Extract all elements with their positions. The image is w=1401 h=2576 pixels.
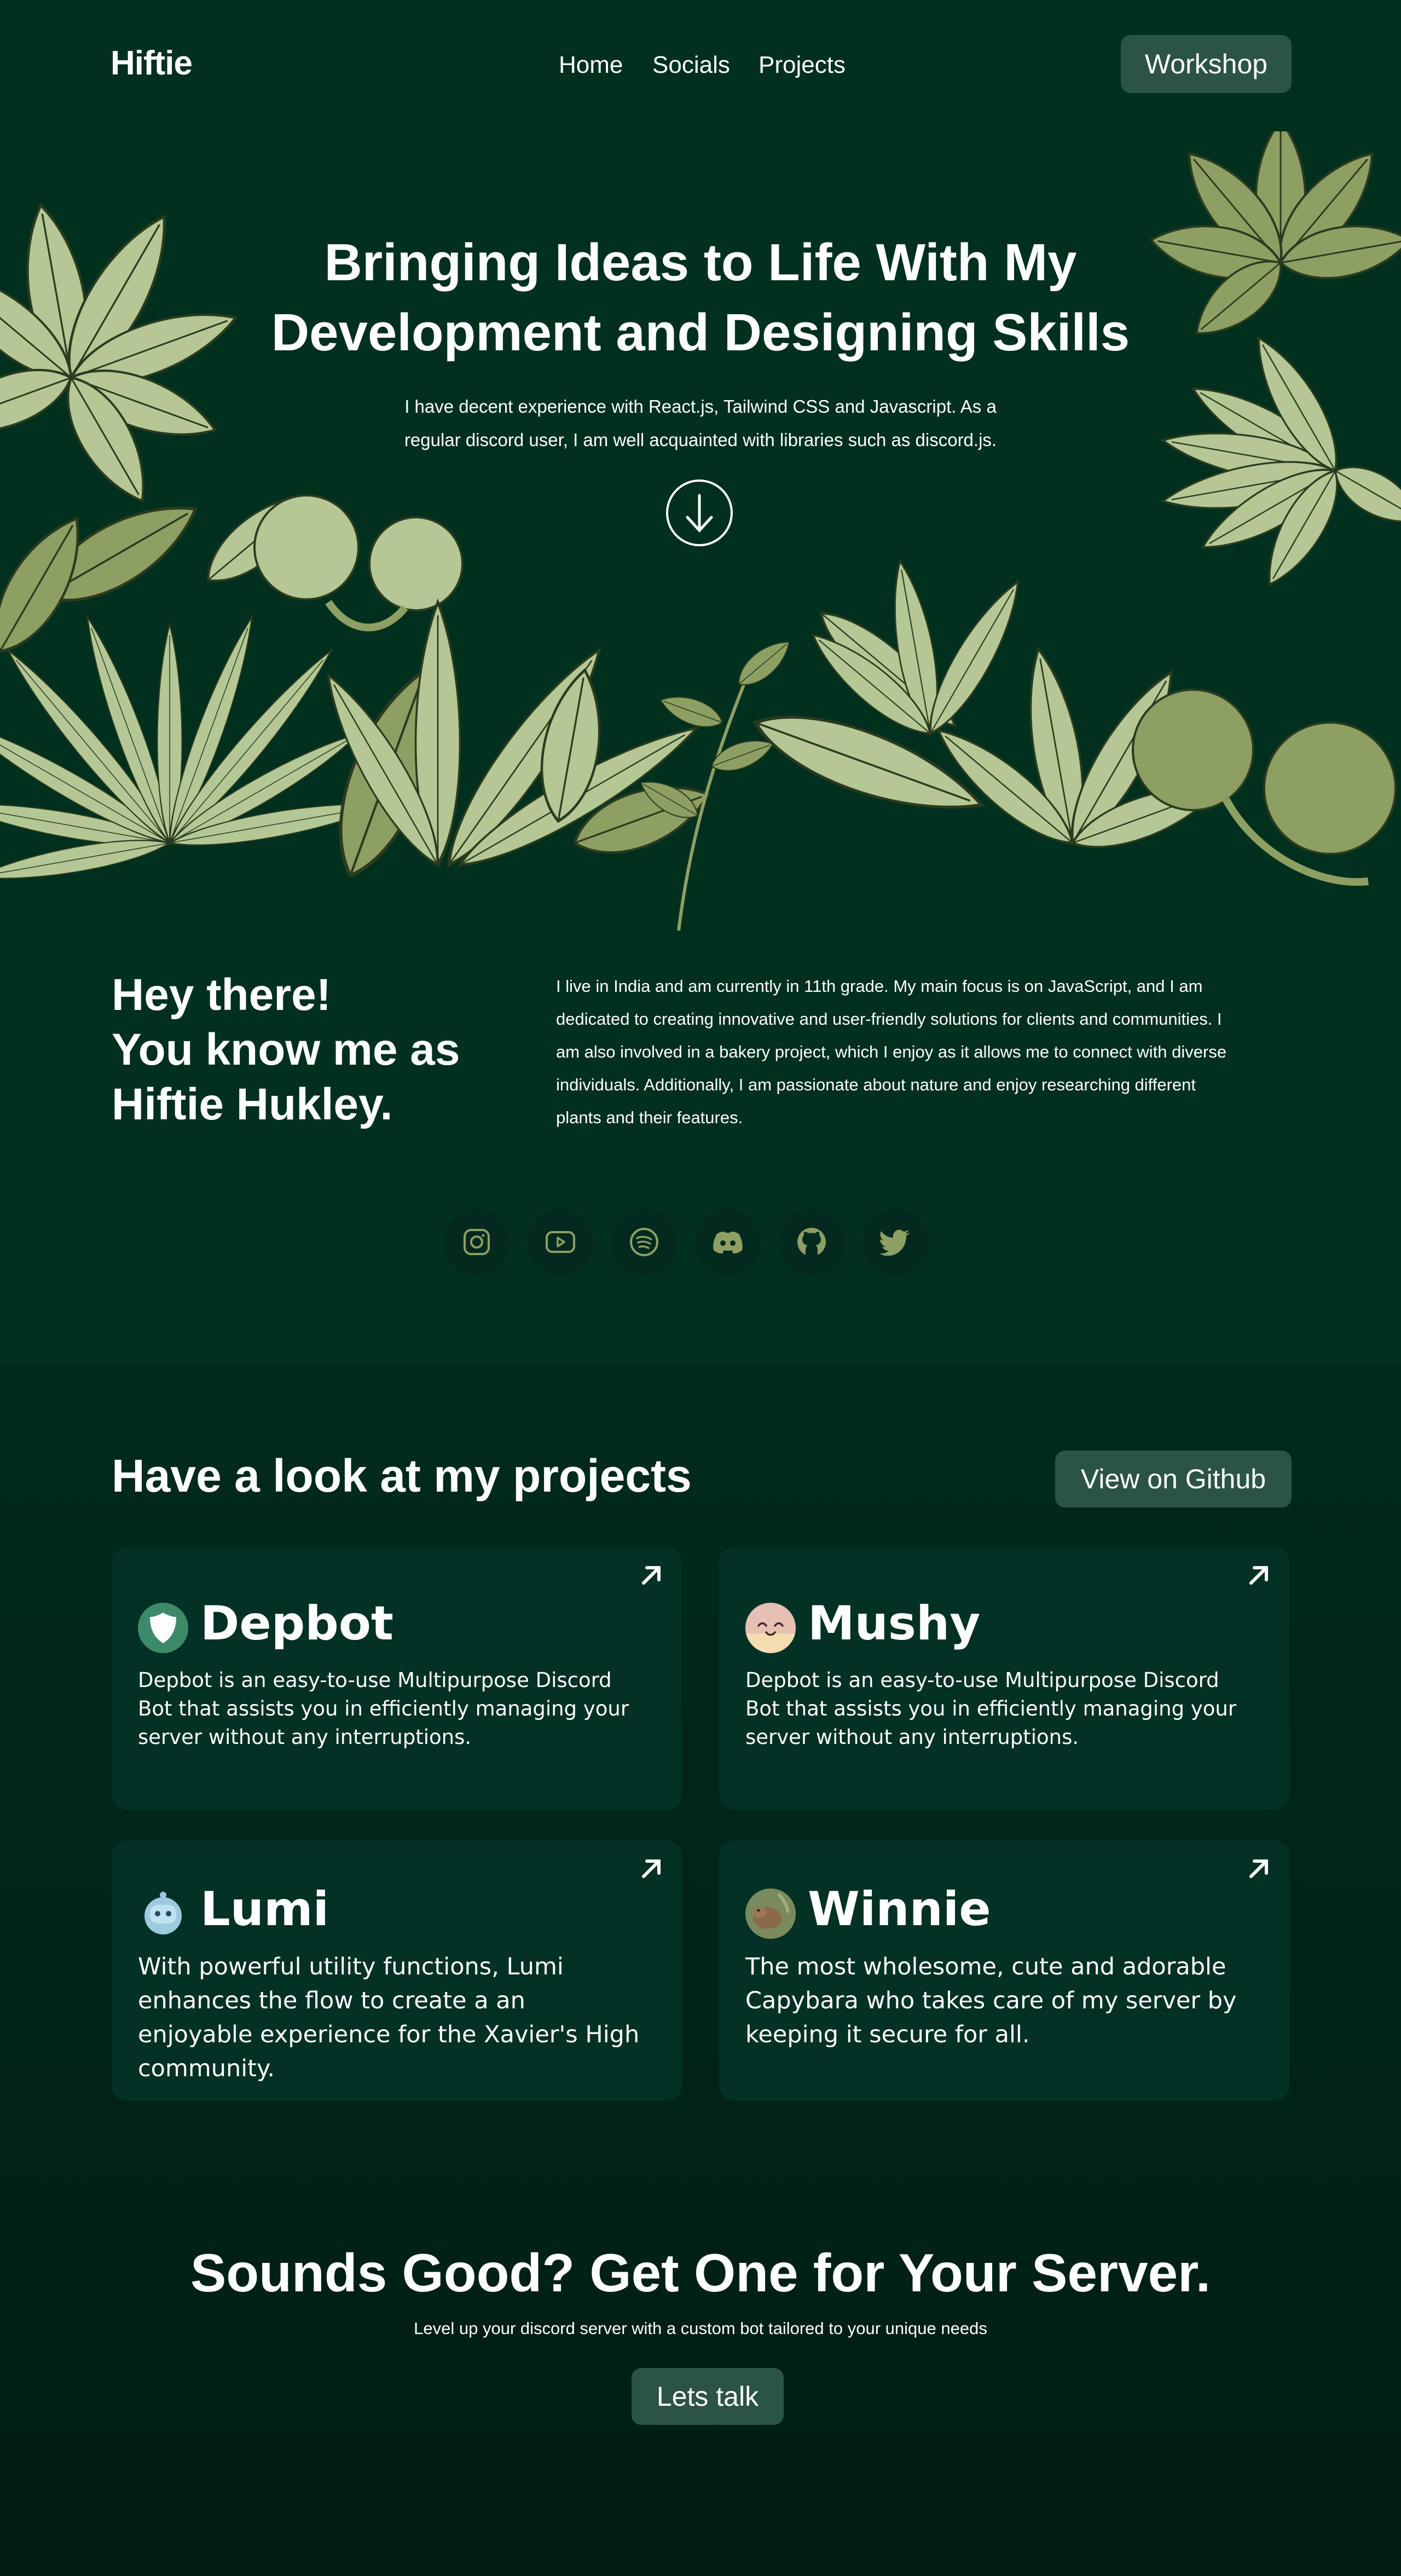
about-text-line: individuals. Additionally, I am passiona… [556,1075,1196,1094]
external-link-arrow-icon[interactable] [638,1562,664,1589]
about-heading-line-2: You know me as [112,1025,460,1075]
view-on-github-button[interactable]: View on Github [1055,1451,1292,1508]
hero-subtitle: I have decent experience with React.js, … [372,390,1029,457]
mushy-face-icon [745,1603,796,1653]
card-title: Winnie [808,1882,991,1937]
nav-link-socials[interactable]: Socials [652,51,730,79]
project-card-winnie[interactable]: Winnie The most wholesome, cute and ador… [719,1840,1289,2101]
about-text-line: plants and their features. [556,1108,743,1127]
arrow-down-icon [686,494,713,533]
card-description: The most wholesome, cute and adorable Ca… [745,1953,1237,2048]
project-card-depbot[interactable]: Depbot Depbot is an easy-to-use Multipur… [112,1547,682,1810]
mushy-avatar [745,1603,796,1653]
nav-link-home[interactable]: Home [559,51,623,79]
scroll-down-button[interactable] [666,480,733,546]
about-heading-line-3: Hiftie Hukley. [112,1079,393,1129]
cta-subtitle: Level up your discord server with a cust… [414,2319,987,2338]
hero-section: Bringing Ideas to Life With My Developme… [0,131,1401,952]
lumi-avatar [138,1888,188,1939]
card-description: With powerful utility functions, Lumi en… [138,1953,640,2082]
site-logo[interactable]: Hiftie [111,44,193,83]
project-card-lumi[interactable]: Lumi With powerful utility functions, Lu… [112,1840,682,2101]
instagram-link[interactable] [443,1209,510,1275]
twitter-icon [879,1229,910,1256]
workshop-button[interactable]: Workshop [1121,35,1292,93]
winnie-capybara-icon [745,1888,796,1939]
about-text: I live in India and am currently in 11th… [556,970,1295,1134]
spotify-link[interactable] [611,1209,678,1275]
about-text-line: dedicated to creating innovative and use… [556,1009,1222,1029]
lumi-robot-icon [144,1892,182,1934]
depbot-avatar [138,1603,188,1653]
about-heading-line-1: Hey there! [112,970,332,1020]
github-icon [797,1228,826,1257]
hero-title: Bringing Ideas to Life With My Developme… [208,228,1193,368]
discord-icon [713,1231,743,1254]
nav-link-projects[interactable]: Projects [759,51,846,79]
card-description: Depbot is an easy-to-use Multipurpose Di… [745,1668,1237,1749]
project-card-mushy[interactable]: Mushy Depbot is an easy-to-use Multipurp… [719,1547,1289,1810]
card-title: Depbot [200,1596,394,1651]
about-section: Hey there! You know me as Hiftie Hukley.… [0,952,1401,1363]
hero-title-line-2: Development and Designing Skills [271,303,1130,362]
card-description: Depbot is an easy-to-use Multipurpose Di… [138,1668,629,1749]
twitter-link[interactable] [862,1209,929,1275]
hero-subtitle-line-1: I have decent experience with React.js, … [404,396,997,417]
about-text-line: am also involved in a bakery project, wh… [556,1042,1227,1061]
youtube-link[interactable] [527,1209,594,1275]
spotify-icon [630,1228,658,1256]
discord-link[interactable] [694,1209,761,1275]
external-link-arrow-icon[interactable] [1246,1562,1272,1589]
about-text-line: I live in India and am currently in 11th… [556,977,1203,996]
external-link-arrow-icon[interactable] [638,1856,664,1882]
external-link-arrow-icon[interactable] [1246,1856,1272,1882]
hero-subtitle-line-2: regular discord user, I am well acquaint… [404,430,997,450]
winnie-avatar [745,1888,796,1939]
hero-title-line-1: Bringing Ideas to Life With My [324,233,1077,292]
card-title: Mushy [808,1596,981,1651]
lets-talk-button[interactable]: Lets talk [632,2368,784,2425]
instagram-icon [464,1229,490,1255]
card-title: Lumi [200,1882,329,1937]
cta-title: Sounds Good? Get One for Your Server. [190,2243,1211,2303]
github-link[interactable] [778,1209,845,1275]
about-heading: Hey there! You know me as Hiftie Hukley. [112,968,460,1132]
top-navbar: Hiftie Home Socials Projects Workshop [0,0,1401,131]
projects-heading: Have a look at my projects [112,1450,692,1501]
depbot-shield-icon [138,1603,188,1653]
youtube-icon [546,1231,575,1253]
